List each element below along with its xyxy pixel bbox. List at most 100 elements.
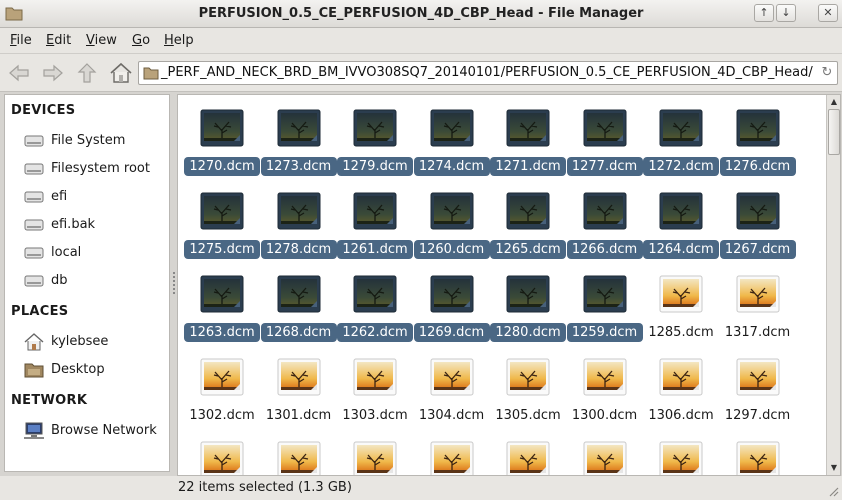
file-item[interactable]: 1301.dcm [261, 354, 337, 434]
file-item[interactable]: 1303.dcm [337, 354, 413, 434]
file-item[interactable]: 1272.dcm [643, 105, 719, 185]
drive-icon [24, 191, 44, 203]
file-item[interactable] [643, 437, 719, 475]
sidebar-item-desktop[interactable]: Desktop [23, 359, 163, 381]
file-name: 1260.dcm [413, 240, 490, 259]
menu-go[interactable]: Go [132, 33, 150, 48]
file-name: 1317.dcm [724, 325, 791, 340]
sidebar-item-efi-bak[interactable]: efi.bak [23, 214, 163, 236]
file-item[interactable] [337, 437, 413, 475]
file-item[interactable]: 1265.dcm [490, 188, 566, 268]
status-text: 22 items selected (1.3 GB) [178, 480, 352, 495]
home-button[interactable] [108, 61, 134, 85]
file-item[interactable]: 1273.dcm [260, 105, 337, 185]
sidebar-item-home[interactable]: kylebsee [23, 331, 163, 353]
image-file-icon [736, 441, 779, 475]
file-item[interactable]: 1278.dcm [260, 188, 337, 268]
file-item[interactable] [261, 437, 337, 475]
file-name: 1276.dcm [719, 157, 796, 176]
sidebar-item-label: db [51, 273, 68, 288]
file-item[interactable]: 1259.dcm [566, 271, 643, 351]
file-name: 1279.dcm [337, 157, 413, 176]
image-file-icon [277, 192, 320, 230]
window-up-button[interactable]: ↑ [754, 4, 774, 22]
file-item[interactable]: 1280.dcm [490, 271, 566, 351]
file-name: 1304.dcm [418, 408, 485, 423]
file-item[interactable]: 1268.dcm [260, 271, 337, 351]
file-name: 1267.dcm [719, 240, 796, 259]
file-item[interactable]: 1264.dcm [643, 188, 719, 268]
file-item[interactable]: 1317.dcm [720, 271, 796, 351]
status-bar: 22 items selected (1.3 GB) [0, 476, 842, 500]
file-item[interactable] [490, 437, 566, 475]
file-item[interactable]: 1274.dcm [413, 105, 490, 185]
file-item[interactable]: 1297.dcm [720, 354, 796, 434]
file-item[interactable]: 1275.dcm [184, 188, 260, 268]
menu-help[interactable]: Help [164, 33, 194, 48]
file-view[interactable]: 1270.dcm 1273.dcm 1279.dcm 1274.dcm 1271.dcm… [177, 94, 841, 476]
file-item[interactable]: 1262.dcm [337, 271, 413, 351]
desktop-icon [24, 363, 44, 378]
menu-view[interactable]: View [86, 33, 117, 48]
forward-button[interactable] [40, 61, 66, 85]
file-item[interactable]: 1269.dcm [413, 271, 490, 351]
window-close-button[interactable]: ✕ [818, 4, 838, 22]
sidebar-item-browse-network[interactable]: Browse Network [23, 420, 163, 442]
file-item[interactable] [414, 437, 490, 475]
window-down-button[interactable]: ↓ [776, 4, 796, 22]
file-item[interactable]: 1279.dcm [337, 105, 413, 185]
location-bar[interactable]: _PERF_AND_NECK_BRD_BM_IVVO308SQ7_2014010… [138, 61, 838, 85]
file-name: 1301.dcm [265, 408, 332, 423]
drive-icon [24, 247, 44, 259]
sidebar-item-local[interactable]: local [23, 242, 163, 264]
reload-icon[interactable]: ↻ [819, 65, 835, 81]
folder-icon [143, 67, 159, 80]
image-file-icon [583, 358, 626, 396]
file-item[interactable]: 1302.dcm [184, 354, 260, 434]
file-item[interactable]: 1305.dcm [490, 354, 566, 434]
sidebar-item-file-system[interactable]: File System [23, 130, 163, 152]
pane-splitter[interactable] [172, 270, 176, 300]
file-item[interactable]: 1304.dcm [414, 354, 490, 434]
image-file-icon [736, 275, 779, 313]
scroll-down-arrow-icon[interactable]: ▼ [828, 462, 840, 474]
sidebar-item-label: File System [51, 133, 126, 148]
file-item[interactable] [567, 437, 643, 475]
file-item[interactable]: 1260.dcm [413, 188, 490, 268]
title-bar: PERFUSION_0.5_CE_PERFUSION_4D_CBP_Head -… [0, 0, 842, 28]
scroll-thumb[interactable] [828, 109, 840, 155]
menu-file[interactable]: File [10, 33, 32, 48]
file-item[interactable] [184, 437, 260, 475]
vertical-scrollbar[interactable]: ▲ ▼ [826, 95, 840, 475]
file-item[interactable]: 1261.dcm [337, 188, 413, 268]
image-file-icon [583, 192, 626, 230]
file-item[interactable]: 1285.dcm [643, 271, 719, 351]
resize-grip-icon[interactable] [827, 485, 839, 497]
sidebar-item-db[interactable]: db [23, 270, 163, 292]
file-item[interactable]: 1266.dcm [566, 188, 643, 268]
sidebar-header-places: PLACES [11, 304, 69, 319]
sidebar-item-efi[interactable]: efi [23, 186, 163, 208]
file-item[interactable]: 1263.dcm [184, 271, 260, 351]
image-file-icon [277, 358, 320, 396]
image-file-icon [736, 358, 779, 396]
up-button[interactable] [74, 61, 100, 85]
file-name: 1297.dcm [724, 408, 791, 423]
drive-icon [24, 163, 44, 175]
file-name: 1261.dcm [337, 240, 413, 259]
file-item[interactable]: 1277.dcm [566, 105, 643, 185]
scroll-up-arrow-icon[interactable]: ▲ [828, 96, 840, 108]
file-item[interactable]: 1276.dcm [719, 105, 796, 185]
file-item[interactable] [720, 437, 796, 475]
file-item[interactable]: 1267.dcm [719, 188, 796, 268]
image-file-icon [200, 109, 244, 147]
file-item[interactable]: 1271.dcm [490, 105, 566, 185]
image-file-icon [430, 358, 473, 396]
file-item[interactable]: 1306.dcm [643, 354, 719, 434]
file-item[interactable]: 1270.dcm [184, 105, 260, 185]
menu-edit[interactable]: Edit [46, 33, 71, 48]
back-button[interactable] [6, 61, 32, 85]
menu-bar: File Edit View Go Help [0, 28, 842, 54]
sidebar-item-filesystem-root[interactable]: Filesystem root [23, 158, 163, 180]
file-item[interactable]: 1300.dcm [567, 354, 643, 434]
